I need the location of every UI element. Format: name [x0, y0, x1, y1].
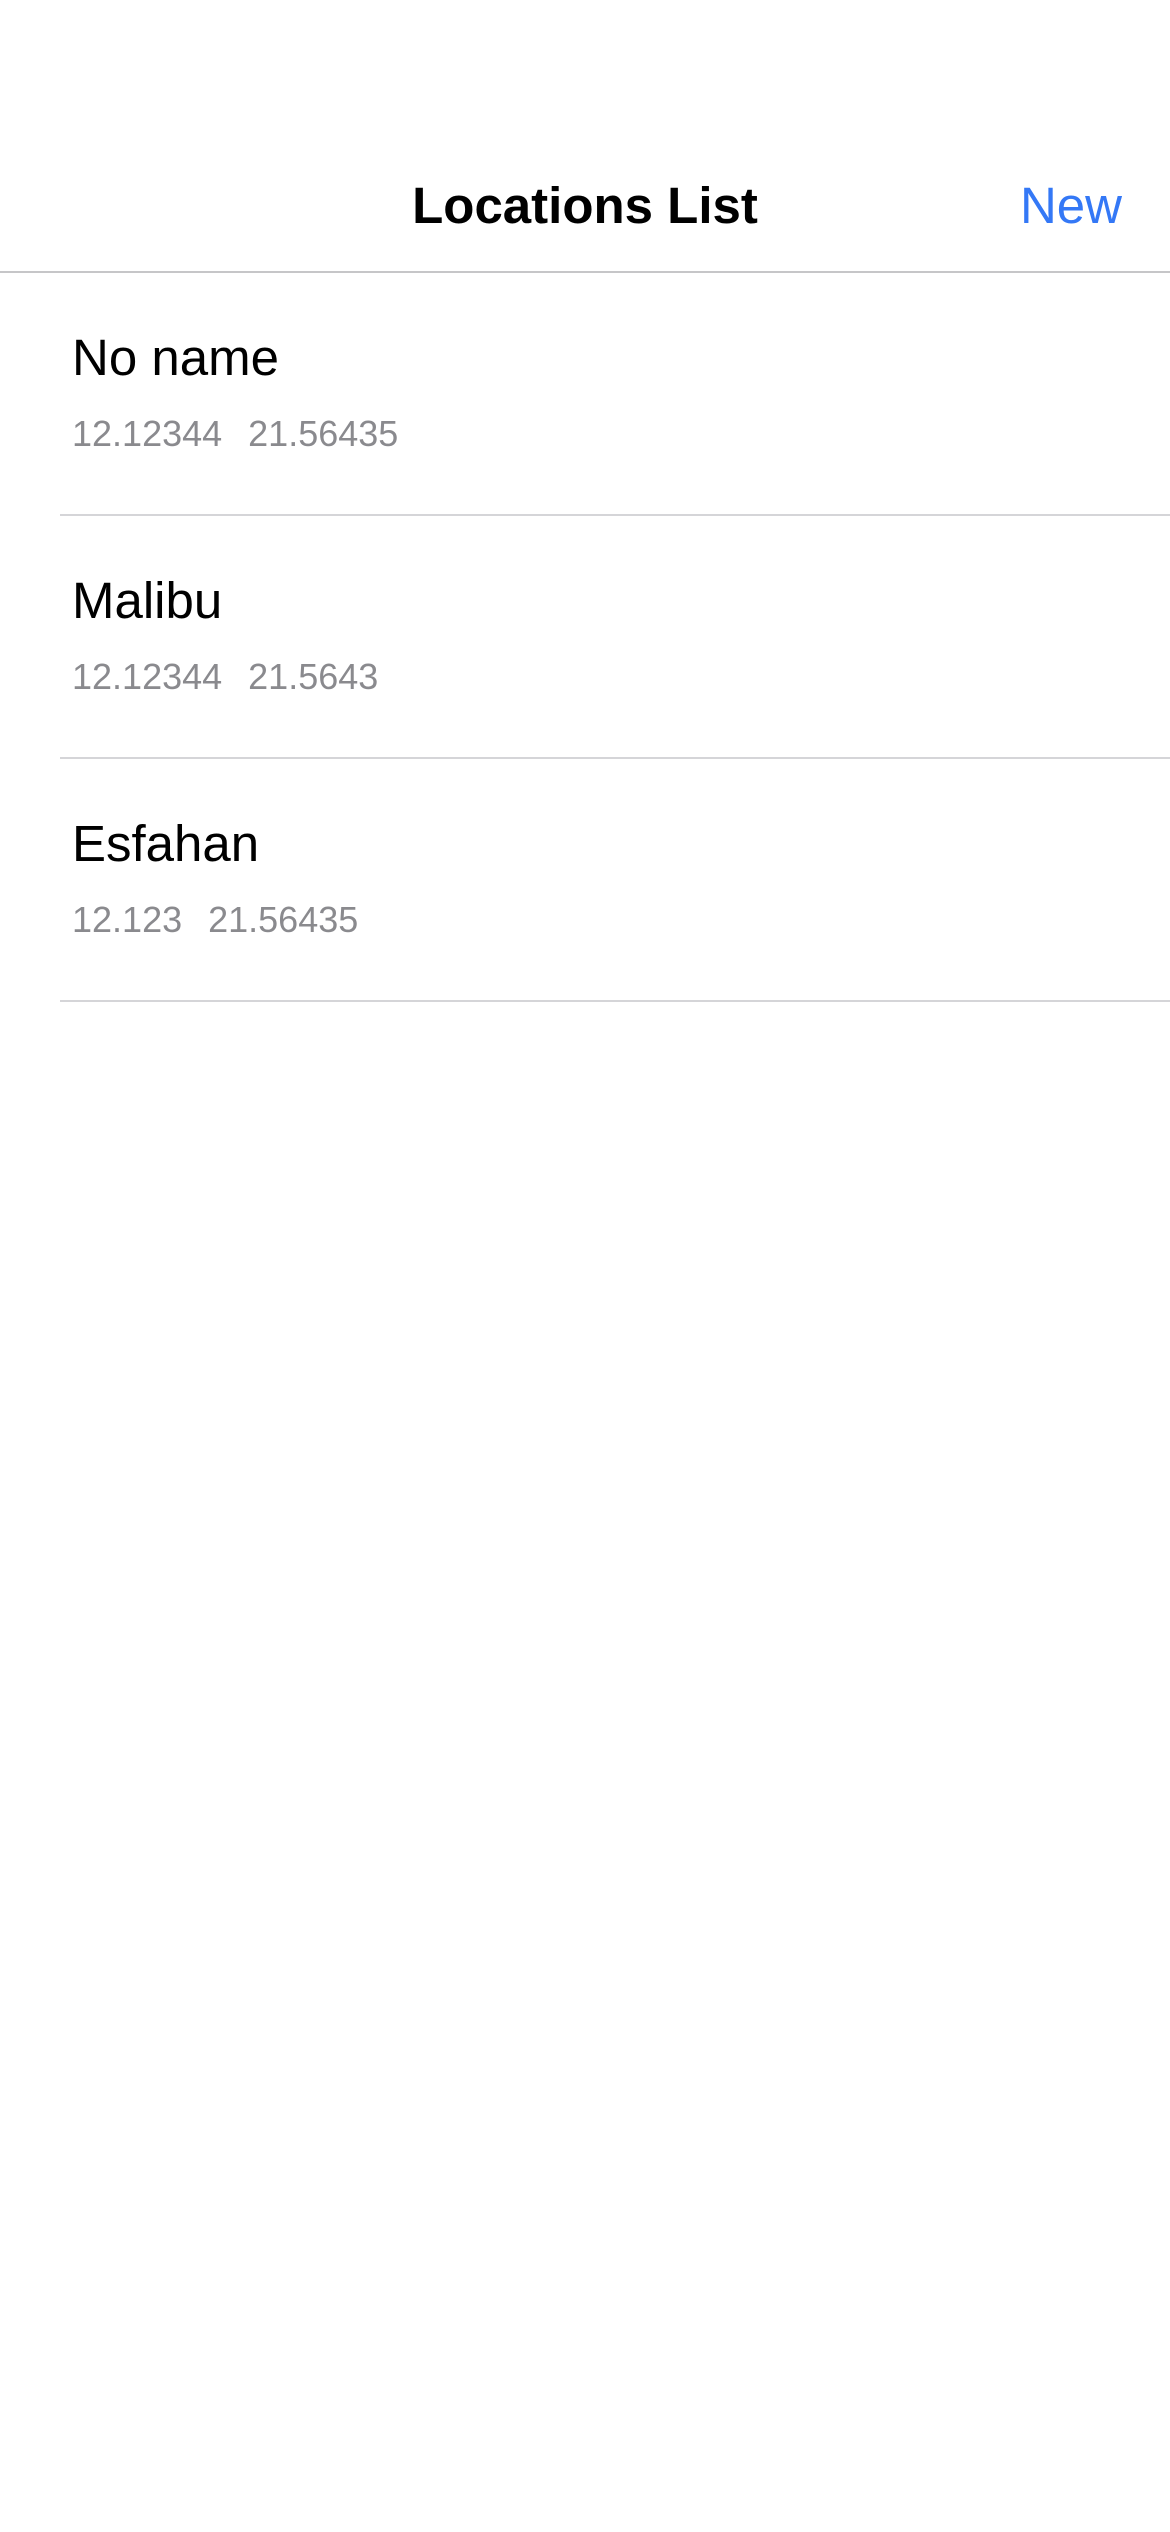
location-latitude: 12.123 — [72, 899, 183, 940]
status-bar — [0, 0, 1170, 141]
location-longitude: 21.5643 — [248, 656, 379, 697]
list-item[interactable]: Esfahan 12.123 21.56435 — [0, 759, 1170, 1002]
locations-list: No name 12.12344 21.56435 Malibu 12.12344… — [0, 273, 1170, 1002]
list-item[interactable]: No name 12.12344 21.56435 — [0, 273, 1170, 516]
location-name: Malibu — [72, 572, 223, 629]
navigation-bar: Locations List New — [0, 141, 1170, 273]
location-coordinates: 12.12344 21.5643 — [72, 656, 378, 698]
row-separator — [60, 1000, 1170, 1002]
screen: Locations List New No name 12.12344 21.56… — [0, 0, 1170, 2532]
location-name: Esfahan — [72, 815, 260, 872]
location-latitude: 12.12344 — [72, 656, 223, 697]
location-latitude: 12.12344 — [72, 413, 223, 454]
list-item[interactable]: Malibu 12.12344 21.5643 — [0, 516, 1170, 759]
location-longitude: 21.56435 — [248, 413, 399, 454]
location-coordinates: 12.123 21.56435 — [72, 899, 358, 941]
location-name: No name — [72, 329, 279, 386]
new-location-button[interactable]: New — [1020, 141, 1122, 271]
location-longitude: 21.56435 — [208, 899, 359, 940]
page-title: Locations List — [412, 177, 758, 234]
location-coordinates: 12.12344 21.56435 — [72, 413, 398, 455]
